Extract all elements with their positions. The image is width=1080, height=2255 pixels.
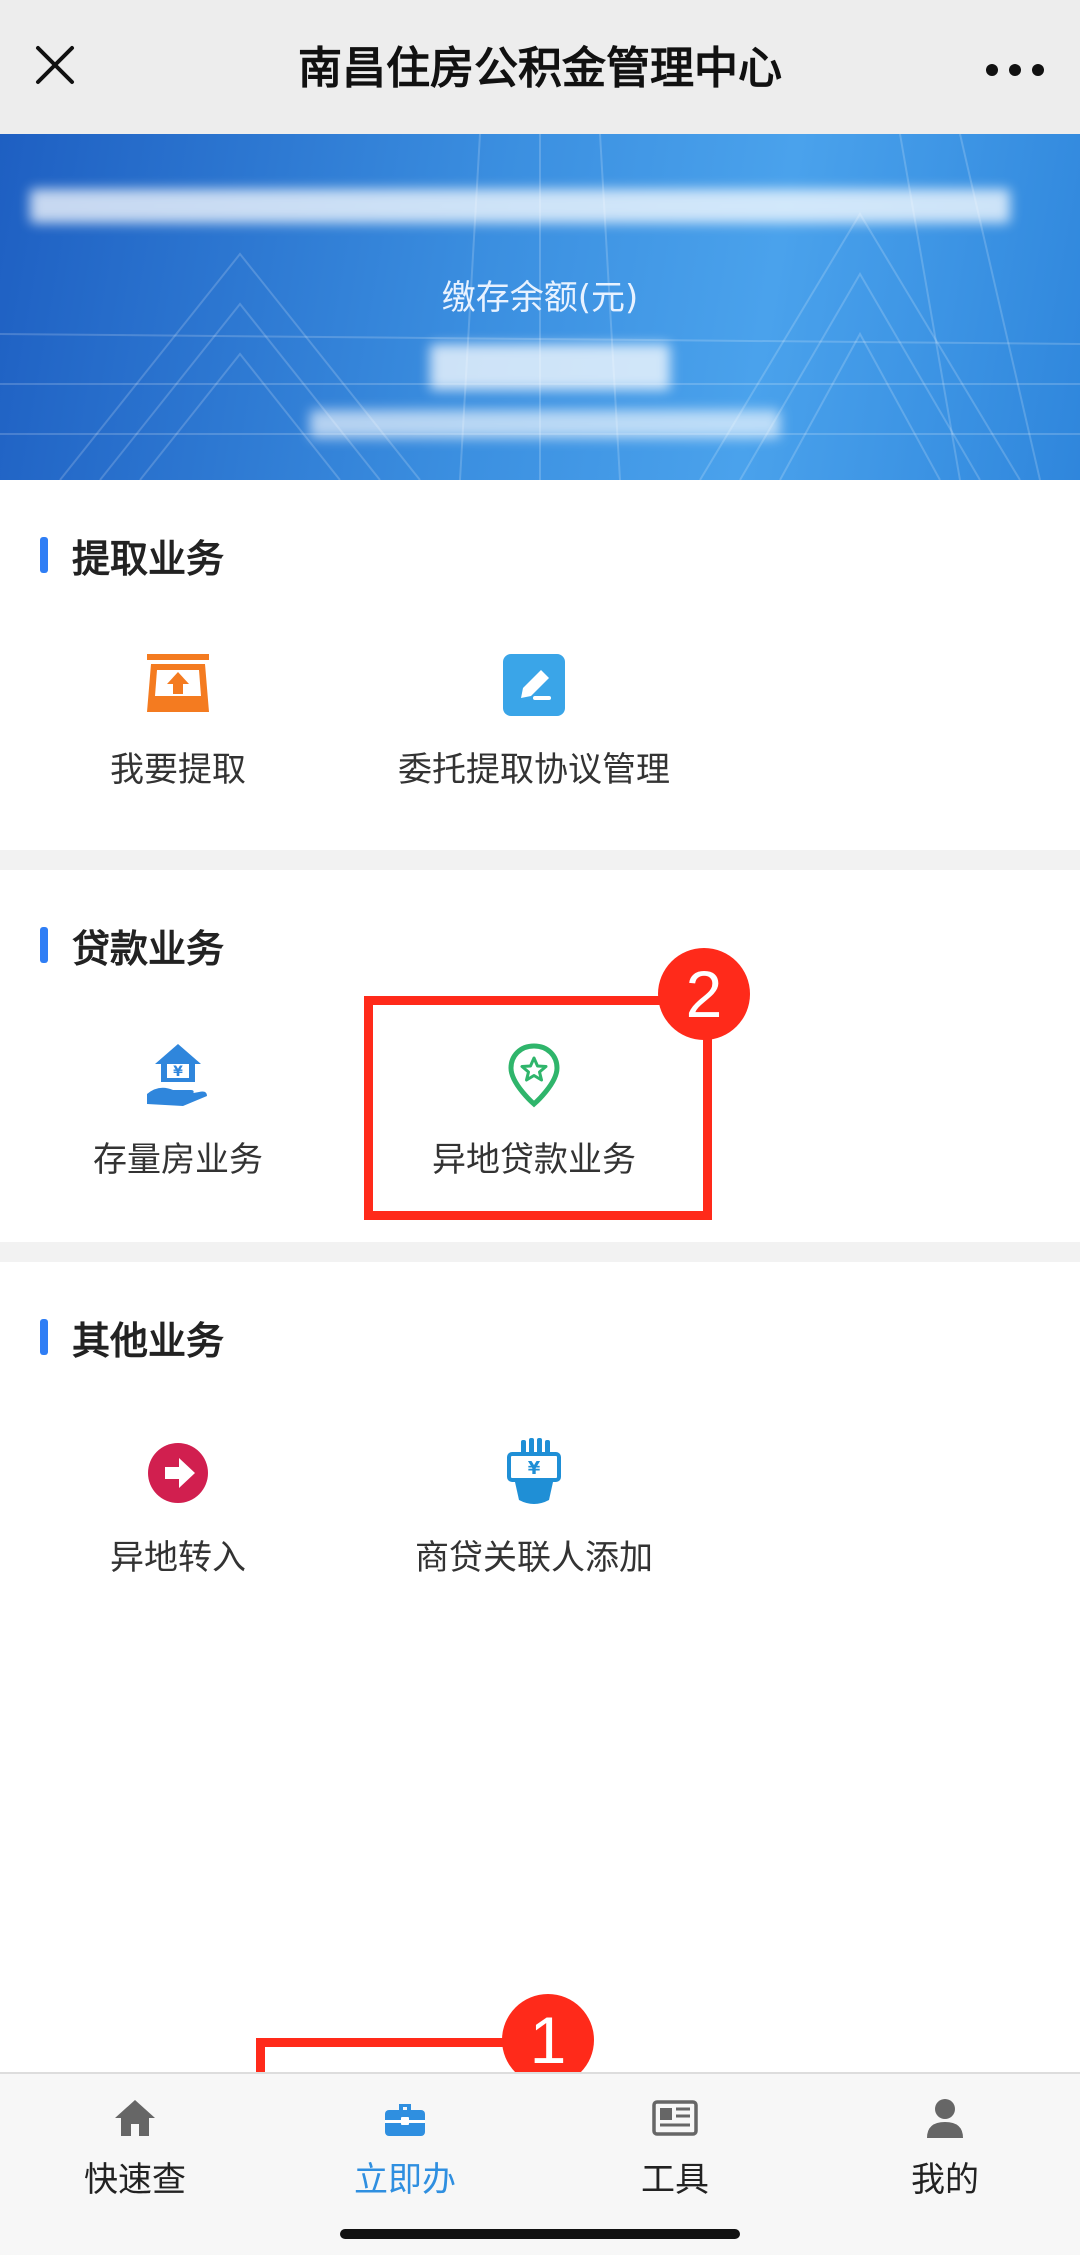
section-divider bbox=[0, 850, 1080, 870]
tab-do-now[interactable]: 立即办 bbox=[270, 2094, 540, 2214]
person-icon bbox=[927, 2099, 963, 2138]
account-banner: 缴存余额(元) bbox=[0, 134, 1080, 480]
section-accent-bar bbox=[40, 537, 48, 573]
svg-text:¥: ¥ bbox=[528, 1458, 541, 1479]
home-icon bbox=[115, 2100, 155, 2136]
tab-mine[interactable]: 我的 bbox=[810, 2094, 1080, 2214]
section-withdraw: 提取业务 我要提取 委托提取协议管理 bbox=[0, 480, 1080, 850]
close-icon[interactable] bbox=[30, 40, 80, 90]
home-indicator[interactable] bbox=[340, 2229, 740, 2239]
section-header: 其他业务 bbox=[40, 1314, 224, 1363]
service-label: 委托提取协议管理 bbox=[398, 750, 670, 790]
tab-label: 工具 bbox=[641, 2160, 709, 2200]
edit-pen-icon bbox=[503, 654, 565, 716]
withdraw-tray-icon bbox=[147, 654, 209, 712]
tab-quick-query[interactable]: 快速查 bbox=[0, 2094, 270, 2214]
bottom-tab-bar: 快速查 立即办 工具 我的 bbox=[0, 2072, 1080, 2255]
service-label: 我要提取 bbox=[110, 750, 246, 790]
service-label: 异地转入 bbox=[110, 1538, 246, 1578]
arrow-circle-icon bbox=[148, 1443, 208, 1503]
section-accent-bar bbox=[40, 927, 48, 963]
step-badge-2: 2 bbox=[658, 948, 750, 1040]
balance-label: 缴存余额(元) bbox=[441, 278, 639, 318]
masked-account-info bbox=[30, 189, 1010, 223]
section-header: 贷款业务 bbox=[40, 922, 224, 971]
briefcase-icon bbox=[385, 2104, 425, 2136]
masked-balance-value bbox=[430, 344, 670, 390]
service-label: 商贷关联人添加 bbox=[415, 1538, 653, 1578]
service-existing-house[interactable]: ¥ 存量房业务 bbox=[0, 1040, 368, 1200]
section-accent-bar bbox=[40, 1319, 48, 1355]
yuan-hand-icon: ¥ bbox=[507, 1438, 561, 1504]
service-withdraw[interactable]: 我要提取 bbox=[0, 650, 368, 810]
section-title: 其他业务 bbox=[72, 1318, 225, 1363]
masked-balance-detail bbox=[310, 410, 780, 438]
svg-text:¥: ¥ bbox=[173, 1064, 183, 1080]
service-remote-transfer-in[interactable]: 异地转入 bbox=[0, 1438, 368, 1598]
page-title: 南昌住房公积金管理中心 bbox=[298, 43, 782, 94]
section-title: 贷款业务 bbox=[72, 926, 225, 971]
tab-label: 我的 bbox=[911, 2160, 979, 2200]
section-title: 提取业务 bbox=[72, 536, 225, 581]
tab-label: 立即办 bbox=[354, 2160, 456, 2200]
service-label: 存量房业务 bbox=[93, 1140, 263, 1180]
service-entrust-withdraw[interactable]: 委托提取协议管理 bbox=[344, 650, 724, 810]
section-other: 其他业务 异地转入 ¥ 商贷关联人添加 bbox=[0, 1262, 1080, 1682]
section-divider bbox=[0, 1242, 1080, 1262]
service-add-commercial-loan-related[interactable]: ¥ 商贷关联人添加 bbox=[344, 1438, 724, 1598]
tab-tools[interactable]: 工具 bbox=[540, 2094, 810, 2214]
newspaper-icon bbox=[652, 2100, 698, 2136]
tab-label: 快速查 bbox=[84, 2160, 186, 2200]
more-dots-icon[interactable] bbox=[980, 50, 1050, 90]
highlight-box-remote-loan bbox=[364, 996, 712, 1220]
house-hand-icon: ¥ bbox=[147, 1044, 207, 1106]
section-header: 提取业务 bbox=[40, 532, 224, 581]
title-bar: 南昌住房公积金管理中心 bbox=[0, 0, 1080, 134]
